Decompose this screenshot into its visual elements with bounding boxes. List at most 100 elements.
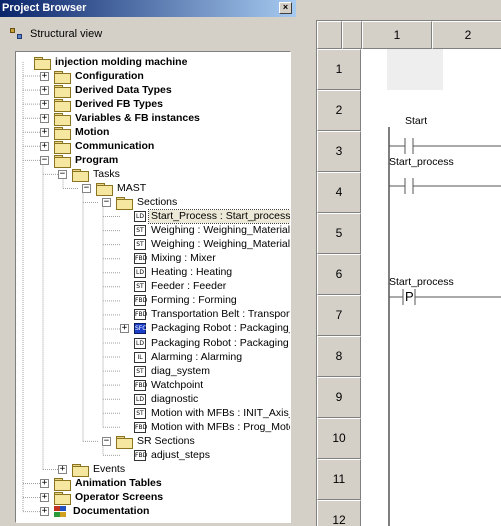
tree-item[interactable]: FBD Forming : Forming [134, 294, 239, 308]
tree-item[interactable]: Motion [54, 125, 111, 140]
tree-item[interactable]: Program [54, 153, 120, 168]
row-header[interactable]: 6 [317, 254, 361, 295]
tree-item[interactable]: SR Sections [116, 434, 197, 449]
expand-icon[interactable]: + [40, 71, 49, 81]
expand-icon[interactable]: + [40, 127, 49, 137]
structural-view-toggle[interactable]: Structural view [10, 25, 102, 43]
tree-item[interactable]: ST diag_system [134, 364, 212, 378]
tree-item[interactable]: LD diagnostic [134, 392, 200, 406]
tree-item[interactable]: ST Weighing : Weighing_Material_ [134, 238, 290, 252]
tree-item[interactable]: Configuration [54, 69, 146, 84]
tree-item[interactable]: FBD Watchpoint [134, 378, 205, 392]
tree-item[interactable]: Derived Data Types [54, 83, 174, 98]
tree-item-label: Watchpoint [151, 378, 204, 391]
st-section-icon: ST [134, 365, 146, 377]
expand-icon[interactable]: + [40, 507, 49, 517]
tree-item[interactable]: FBD Transportation Belt : Transport [134, 308, 290, 322]
tree-item-label: Configuration [75, 69, 144, 82]
project-tree[interactable]: injection molding machine Configuration + D… [15, 51, 291, 523]
tree-item[interactable]: Animation Tables [54, 477, 164, 491]
tree-item[interactable]: Documentation [54, 505, 151, 519]
il-section-icon: IL [134, 351, 146, 363]
collapse-icon[interactable]: − [102, 436, 111, 446]
tree-item[interactable]: MAST [96, 181, 148, 196]
project-browser-title-bar[interactable]: Project Browser × [0, 0, 296, 17]
row-header[interactable]: 10 [317, 418, 361, 459]
tree-item[interactable]: Tasks [72, 167, 122, 182]
fbd-section-icon: FBD [134, 379, 148, 391]
tree-item[interactable]: Operator Screens [54, 491, 165, 506]
tree-item[interactable]: FBD Motion with MFBs : Prog_Motor [134, 420, 290, 434]
tree-item-label: Packaging Robot : Packaging [151, 336, 289, 349]
tree-item[interactable]: Communication [54, 139, 156, 154]
tree-item-label: MAST [117, 181, 147, 194]
folder-open-icon [116, 435, 133, 449]
tree-item[interactable]: IL Alarming : Alarming [134, 350, 244, 364]
expand-icon[interactable]: + [40, 493, 49, 503]
column-header[interactable]: 1 [362, 21, 432, 49]
folder-open-icon [72, 168, 89, 182]
tree-item[interactable]: LD Heating : Heating [134, 266, 234, 280]
column-header[interactable]: 2 [432, 21, 501, 49]
ladder-rung-area[interactable]: Start Start_process Start_process P [387, 49, 501, 526]
expand-icon[interactable]: + [58, 464, 67, 474]
tree-item-label: injection molding machine [55, 55, 188, 68]
project-browser-panel: Project Browser × Structural view inject… [0, 0, 296, 526]
expand-icon[interactable]: + [40, 99, 49, 109]
tree-item-label: Animation Tables [75, 477, 162, 489]
tree-item[interactable]: ST Weighing : Weighing_Material_ [134, 224, 291, 238]
expand-icon[interactable]: + [40, 141, 49, 151]
structural-view-label: Structural view [30, 28, 103, 40]
documentation-icon [54, 505, 68, 518]
tree-item-label: Mixing : Mixer [151, 252, 216, 265]
close-icon[interactable]: × [279, 2, 292, 14]
collapse-icon[interactable]: − [82, 183, 91, 193]
tree-item[interactable]: Sections [116, 196, 179, 210]
tree-item[interactable]: Variables & FB instances [54, 111, 202, 126]
contact-label[interactable]: Start_process [389, 276, 454, 288]
tree-item-label: Program [75, 153, 119, 166]
contact-label[interactable]: Start_process [389, 156, 454, 168]
tree-item[interactable]: LD Packaging Robot : Packaging [134, 336, 290, 350]
tree-item[interactable]: SFC Packaging Robot : Packaging_F [134, 322, 290, 336]
contact-label[interactable]: Start [405, 115, 427, 127]
ld-section-icon: LD [134, 211, 146, 223]
tree-item-label: Motion [75, 125, 110, 138]
tree-item[interactable]: LD Start_Process : Start_process [134, 209, 290, 225]
tree-item[interactable]: Derived FB Types [54, 97, 165, 112]
tree-item[interactable]: ST Motion with MFBs : INIT_Axis_I [134, 406, 290, 420]
row-header[interactable]: 11 [317, 459, 361, 500]
st-section-icon: ST [134, 407, 146, 419]
row-header[interactable]: 9 [317, 377, 361, 418]
row-header[interactable]: 1 [317, 49, 361, 90]
ladder-editor-panel: 1 2 1 2 3 4 5 6 7 8 9 10 11 12 Start Sta… [296, 0, 501, 526]
row-header[interactable]: 4 [317, 172, 361, 213]
expand-icon[interactable]: + [120, 324, 129, 334]
collapse-icon[interactable]: − [102, 198, 111, 207]
tree-item[interactable]: Events [72, 462, 127, 477]
folder-icon [54, 492, 71, 506]
folder-icon [54, 84, 71, 98]
tree-item-label: Tasks [93, 167, 120, 180]
folder-icon [54, 126, 71, 140]
folder-icon [54, 478, 71, 491]
grid-corner [317, 21, 342, 49]
tree-item-label: Weighing : Weighing_Material_ [151, 224, 291, 237]
ladder-grid[interactable]: 1 2 1 2 3 4 5 6 7 8 9 10 11 12 Start Sta… [316, 20, 501, 526]
expand-icon[interactable]: + [40, 113, 49, 123]
row-header[interactable]: 12 [317, 500, 361, 526]
collapse-icon[interactable]: − [58, 169, 67, 179]
tree-item[interactable]: FBD adjust_steps [134, 448, 212, 462]
expand-icon[interactable]: + [40, 479, 49, 488]
row-header[interactable]: 8 [317, 336, 361, 377]
collapse-icon[interactable]: − [40, 155, 49, 165]
expand-icon[interactable]: + [40, 85, 49, 95]
tree-item[interactable]: FBD Mixing : Mixer [134, 252, 218, 266]
tree-item[interactable]: ST Feeder : Feeder [134, 280, 228, 294]
row-header[interactable]: 5 [317, 213, 361, 254]
row-header[interactable]: 3 [317, 131, 361, 172]
row-header[interactable]: 7 [317, 295, 361, 336]
row-header[interactable]: 2 [317, 90, 361, 131]
tree-item[interactable]: injection molding machine [34, 55, 189, 70]
fbd-section-icon: FBD [134, 449, 148, 461]
